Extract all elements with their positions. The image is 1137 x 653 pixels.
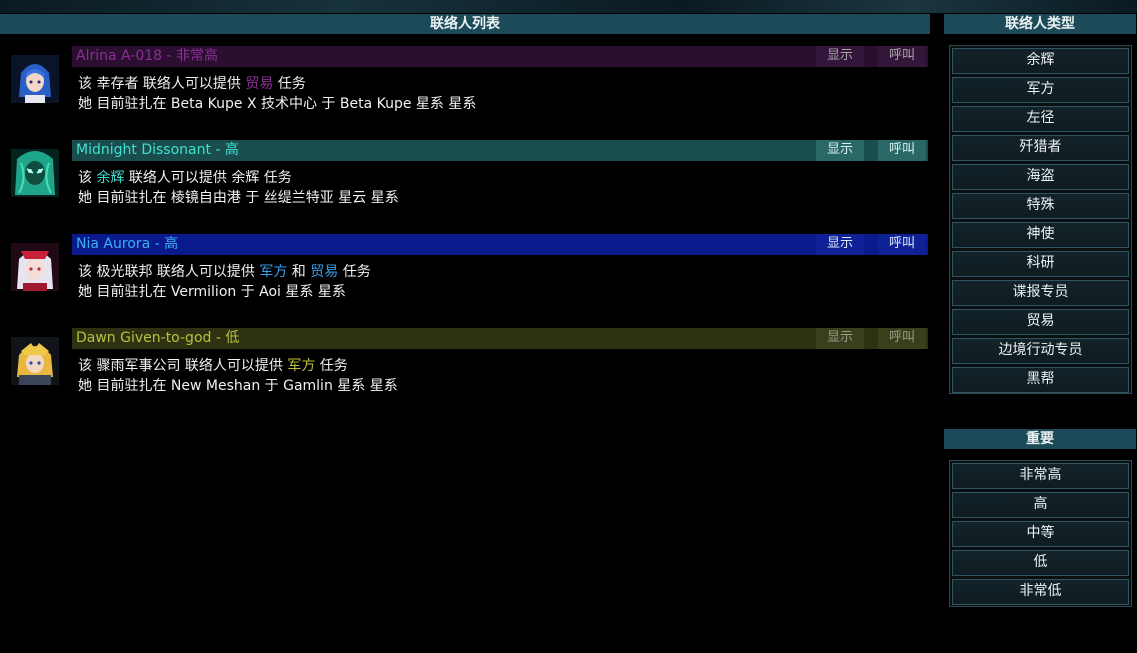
- filter-button[interactable]: 军方: [952, 77, 1129, 103]
- filter-button[interactable]: 边境行动专员: [952, 338, 1129, 364]
- mission-keyword: 贸易: [245, 76, 274, 92]
- contact-item-alrina[interactable]: Alrina A-018 - 非常高 显示 呼叫 该 幸存者 联络人可以提供 贸…: [0, 46, 930, 126]
- importance-button[interactable]: 非常高: [952, 463, 1129, 489]
- contact-location-line: 她 目前驻扎在 棱镜自由港 于 丝缇兰特亚 星云 星系: [78, 190, 399, 206]
- contact-name: Nia Aurora - 高: [76, 236, 179, 252]
- contact-list-header: 联络人列表: [0, 14, 930, 34]
- contact-mission-line: 该 极光联邦 联络人可以提供 军方 和 贸易 任务: [78, 264, 371, 280]
- show-button[interactable]: 显示: [816, 140, 864, 161]
- avatar: [11, 55, 59, 103]
- call-button[interactable]: 呼叫: [878, 234, 926, 255]
- avatar: [11, 149, 59, 197]
- filter-button[interactable]: 左径: [952, 106, 1129, 132]
- show-button[interactable]: 显示: [816, 46, 864, 67]
- contact-item-dawn[interactable]: Dawn Given-to-god - 低 显示 呼叫 该 骤雨军事公司 联络人…: [0, 328, 930, 408]
- importance-button[interactable]: 中等: [952, 521, 1129, 547]
- contact-name-bar: Nia Aurora - 高 显示 呼叫: [72, 234, 928, 255]
- avatar: [11, 243, 59, 291]
- contact-name-bar: Midnight Dissonant - 高 显示 呼叫: [72, 140, 928, 161]
- filter-button[interactable]: 海盗: [952, 164, 1129, 190]
- call-button[interactable]: 呼叫: [878, 140, 926, 161]
- importance-button[interactable]: 高: [952, 492, 1129, 518]
- contact-location-line: 她 目前驻扎在 Vermilion 于 Aoi 星系 星系: [78, 284, 346, 300]
- show-button[interactable]: 显示: [816, 234, 864, 255]
- importance-filter-panel: 非常高 高 中等 低 非常低: [949, 460, 1132, 607]
- importance-header: 重要: [944, 429, 1136, 449]
- filter-button[interactable]: 黑帮: [952, 367, 1129, 393]
- filter-button[interactable]: 谍报专员: [952, 280, 1129, 306]
- call-button[interactable]: 呼叫: [878, 328, 926, 349]
- filter-button[interactable]: 余辉: [952, 48, 1129, 74]
- avatar: [11, 337, 59, 385]
- top-decor-strip: [0, 0, 1137, 13]
- filter-button[interactable]: 神使: [952, 222, 1129, 248]
- contact-name: Midnight Dissonant - 高: [76, 142, 239, 158]
- contact-name: Dawn Given-to-god - 低: [76, 330, 240, 346]
- mission-keyword: 贸易: [310, 264, 339, 280]
- call-button[interactable]: 呼叫: [878, 46, 926, 67]
- contact-type-filter-panel: 余辉 军方 左径 歼猎者 海盗 特殊 神使 科研 谍报专员 贸易 边境行动专员 …: [949, 45, 1132, 394]
- contact-location-line: 她 目前驻扎在 New Meshan 于 Gamlin 星系 星系: [78, 378, 398, 394]
- filter-button[interactable]: 科研: [952, 251, 1129, 277]
- show-button[interactable]: 显示: [816, 328, 864, 349]
- importance-button[interactable]: 低: [952, 550, 1129, 576]
- filter-button[interactable]: 特殊: [952, 193, 1129, 219]
- contact-mission-line: 该 幸存者 联络人可以提供 贸易 任务: [78, 76, 306, 92]
- contact-name-bar: Dawn Given-to-god - 低 显示 呼叫: [72, 328, 928, 349]
- contact-name-bar: Alrina A-018 - 非常高 显示 呼叫: [72, 46, 928, 67]
- contact-item-midnight[interactable]: Midnight Dissonant - 高 显示 呼叫 该 余辉 联络人可以提…: [0, 140, 930, 220]
- contact-name: Alrina A-018 - 非常高: [76, 48, 219, 64]
- mission-keyword: 军方: [287, 358, 316, 374]
- contact-location-line: 她 目前驻扎在 Beta Kupe X 技术中心 于 Beta Kupe 星系 …: [78, 96, 477, 112]
- mission-keyword: 军方: [259, 264, 288, 280]
- contact-type-header: 联络人类型: [944, 14, 1136, 34]
- filter-button[interactable]: 贸易: [952, 309, 1129, 335]
- filter-button[interactable]: 歼猎者: [952, 135, 1129, 161]
- contact-mission-line: 该 骤雨军事公司 联络人可以提供 军方 任务: [78, 358, 348, 374]
- contact-mission-line: 该 余辉 联络人可以提供 余辉 任务: [78, 170, 292, 186]
- mission-keyword: 余辉: [96, 170, 125, 186]
- importance-button[interactable]: 非常低: [952, 579, 1129, 605]
- contact-item-nia[interactable]: Nia Aurora - 高 显示 呼叫 该 极光联邦 联络人可以提供 军方 和…: [0, 234, 930, 314]
